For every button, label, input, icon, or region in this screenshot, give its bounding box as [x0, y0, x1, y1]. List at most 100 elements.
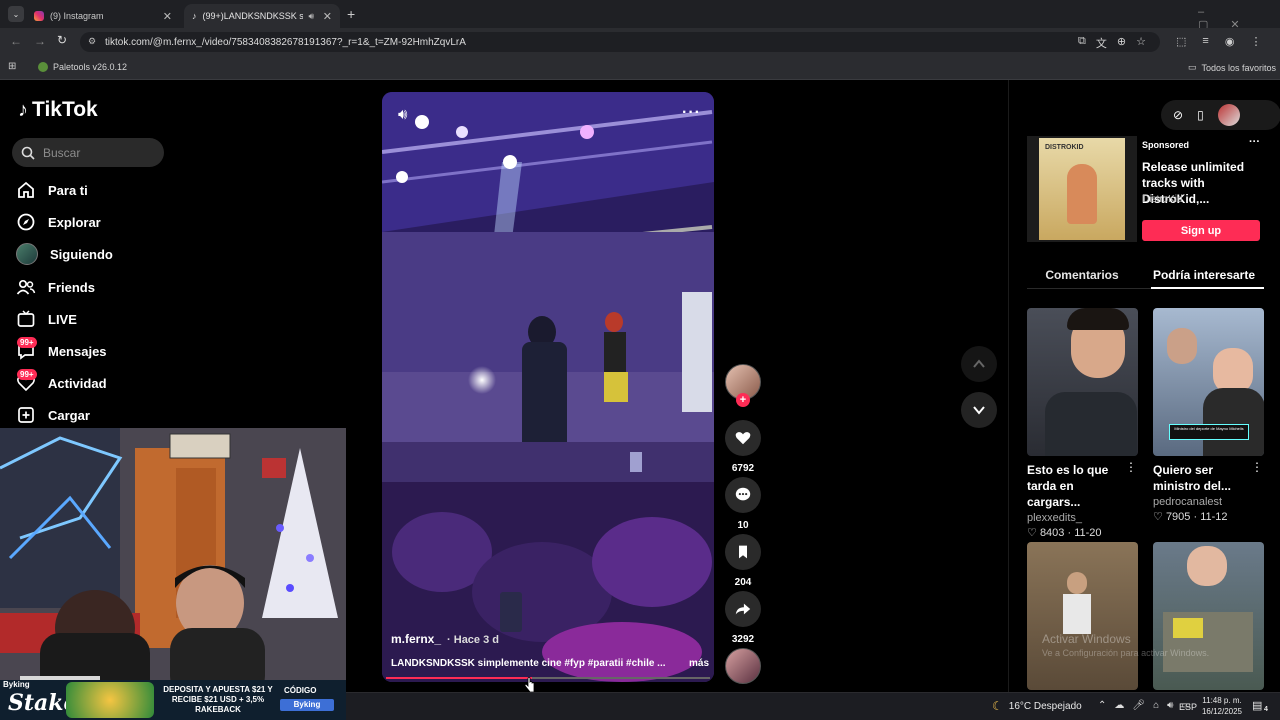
webcam-overlay [0, 428, 346, 692]
language-indicator[interactable]: ESP [1179, 702, 1197, 712]
heart-icon[interactable] [725, 420, 761, 456]
comment-icon[interactable] [725, 477, 761, 513]
new-tab-icon[interactable]: + [347, 6, 355, 22]
back-icon[interactable]: ← [10, 34, 22, 48]
tab-tiktok[interactable]: ♪ (99+)LANDKSNDKSSK simp 🔊︎ ✕ [184, 4, 340, 28]
messages-icon: 99+ [16, 337, 37, 361]
cast-icon[interactable]: ⧉ [1078, 35, 1086, 51]
suggested-card[interactable] [1153, 542, 1264, 690]
menu-icon[interactable]: ⋮ [1250, 35, 1261, 48]
weather-widget[interactable]: ☾ 16°C Despejado [992, 699, 1082, 713]
reload-icon[interactable]: ↻ [57, 33, 67, 47]
onedrive-icon[interactable]: ☁ [1114, 700, 1124, 711]
media-icon[interactable]: ≡ [1202, 35, 1208, 48]
forward-icon[interactable]: → [34, 34, 46, 48]
next-video-button[interactable] [961, 392, 997, 428]
all-favorites[interactable]: ▭ Todos los favoritos [1188, 62, 1276, 73]
bookmark-paletools[interactable]: Paletools v26.0.12 [38, 62, 127, 72]
close-icon[interactable]: ✕ [323, 10, 332, 23]
toolbar-actions: ⬚ ≡ ◉ ⋮ [1176, 35, 1261, 48]
promo-code-value: Byking [280, 699, 334, 711]
chevron-up-icon[interactable]: ⌃ [1098, 700, 1106, 711]
thumb-face [1067, 572, 1087, 594]
caption-more-link[interactable]: más [689, 658, 709, 669]
tab-comments[interactable]: Comentarios [1027, 268, 1137, 282]
follow-plus-icon[interactable]: + [736, 393, 750, 407]
sidebar-item-siguiendo[interactable]: Siguiendo [16, 240, 113, 268]
more-options-icon[interactable]: ··· [1249, 136, 1260, 148]
video-player[interactable]: 🔊︎ ··· m.fernx_ · Hace 3 d LANDKSNDKSSK … [382, 92, 714, 682]
save-action[interactable]: 204 [724, 534, 762, 588]
suggested-card[interactable]: Ministro del deporte de Mayno Michelis Q… [1153, 308, 1264, 523]
video-author[interactable]: m.fernx_ [391, 632, 441, 646]
zoom-icon[interactable]: ⊕ [1117, 35, 1126, 51]
activity-icon: 99+ [16, 369, 37, 393]
promo-text: DEPOSITA Y APUESTA $21 Y RECIBE $21 USD … [158, 685, 278, 715]
star-icon[interactable]: ☆ [1136, 35, 1146, 51]
card-more-icon[interactable]: ⋮ [1251, 460, 1263, 474]
tab-suggested[interactable]: Podría interesarte [1151, 268, 1257, 282]
sidebar-item-para-ti[interactable]: Para ti [16, 176, 88, 204]
speaker-icon[interactable]: 🔊︎ [309, 11, 315, 22]
bookmark-icon[interactable] [725, 534, 761, 570]
sidebar-item-live[interactable]: LIVE [16, 305, 77, 333]
clock[interactable]: 11:48 p. m. 16/12/2025 [1200, 695, 1244, 717]
sound-disc-icon[interactable] [725, 648, 761, 684]
suggested-user: plexxedits_ [1027, 512, 1083, 524]
sponsored-thumb[interactable]: DISTROKID [1027, 136, 1137, 242]
share-icon[interactable] [725, 591, 761, 627]
stream-sponsor-banner: Byking Stake DEPOSITA Y APUESTA $21 Y RE… [0, 680, 346, 720]
suggested-card[interactable]: Esto es lo que tarda en cargars... plexx… [1027, 308, 1138, 539]
share-count: 3292 [731, 634, 755, 645]
notifications-icon[interactable]: ▤ [1252, 699, 1262, 712]
clock-time: 11:48 p. m. [1202, 696, 1242, 705]
suggested-thumb [1027, 308, 1138, 456]
network-icon[interactable]: ⌂ [1153, 700, 1159, 711]
translate-icon[interactable]: 文 [1096, 35, 1107, 51]
suggested-date: 11-20 [1074, 527, 1102, 539]
sidebar-item-friends[interactable]: Friends [16, 273, 95, 301]
card-more-icon[interactable]: ⋮ [1125, 460, 1137, 474]
device-icon[interactable]: ▯ [1197, 108, 1204, 122]
close-icon[interactable]: ✕ [163, 10, 172, 23]
suggested-title: Esto es lo que tarda en cargars... [1027, 463, 1109, 509]
profile-icon[interactable]: ◉ [1225, 35, 1235, 48]
comment-action[interactable]: 10 [724, 477, 762, 531]
sidebar-item-cargar[interactable]: Cargar [16, 401, 90, 429]
volume-icon[interactable]: 🔊︎ [1167, 700, 1173, 711]
volume-icon[interactable]: 🔊︎ [398, 106, 407, 123]
signup-button[interactable]: Sign up [1142, 220, 1260, 241]
sidebar-item-label: Cargar [48, 407, 90, 423]
save-count: 204 [734, 577, 752, 588]
previous-video-button[interactable] [961, 346, 997, 382]
video-caption: LANDKSNDKSSK simplemente cine #fyp #para… [391, 658, 666, 669]
extensions-icon[interactable]: ⬚ [1176, 35, 1186, 48]
sidebar-item-mensajes[interactable]: 99+ Mensajes [16, 337, 107, 365]
tab-label: (9) Instagram [50, 11, 104, 21]
site-info-icon[interactable]: ⚙ [88, 36, 96, 47]
apps-icon[interactable]: ⊞ [8, 61, 16, 72]
video-progress-track[interactable] [386, 677, 710, 679]
clock-date: 16/12/2025 [1201, 707, 1243, 716]
coin-icon[interactable]: ⊘ [1173, 108, 1183, 122]
sponsored-brand[interactable]: DistroKid [1142, 194, 1183, 205]
tiktok-logo[interactable]: ♪ TikTok [18, 98, 98, 122]
suggested-card[interactable] [1027, 542, 1138, 690]
home-icon [18, 181, 34, 198]
webcam-scene [0, 428, 346, 692]
user-avatar[interactable] [1217, 104, 1240, 126]
more-options-icon[interactable]: ··· [682, 104, 701, 122]
url-field[interactable]: ⚙ tiktok.com/@m.fernx_/video/75834083826… [80, 32, 1160, 52]
tab-instagram[interactable]: (9) Instagram ✕ [26, 4, 180, 28]
instagram-icon [34, 11, 44, 21]
tab-search-icon[interactable]: ⌄ [8, 6, 24, 22]
share-action[interactable]: 3292 [724, 591, 762, 645]
sidebar-item-explorar[interactable]: Explorar [16, 208, 101, 236]
heart-outline-icon: ♡ [1153, 511, 1163, 523]
mic-icon[interactable]: 🎤︎ [1132, 700, 1145, 711]
friends-icon [16, 279, 36, 295]
search-input[interactable]: Buscar [12, 138, 164, 167]
sidebar-item-actividad[interactable]: 99+ Actividad [16, 369, 107, 397]
suggested-thumb [1153, 542, 1264, 690]
like-action[interactable]: 6792 [724, 420, 762, 474]
